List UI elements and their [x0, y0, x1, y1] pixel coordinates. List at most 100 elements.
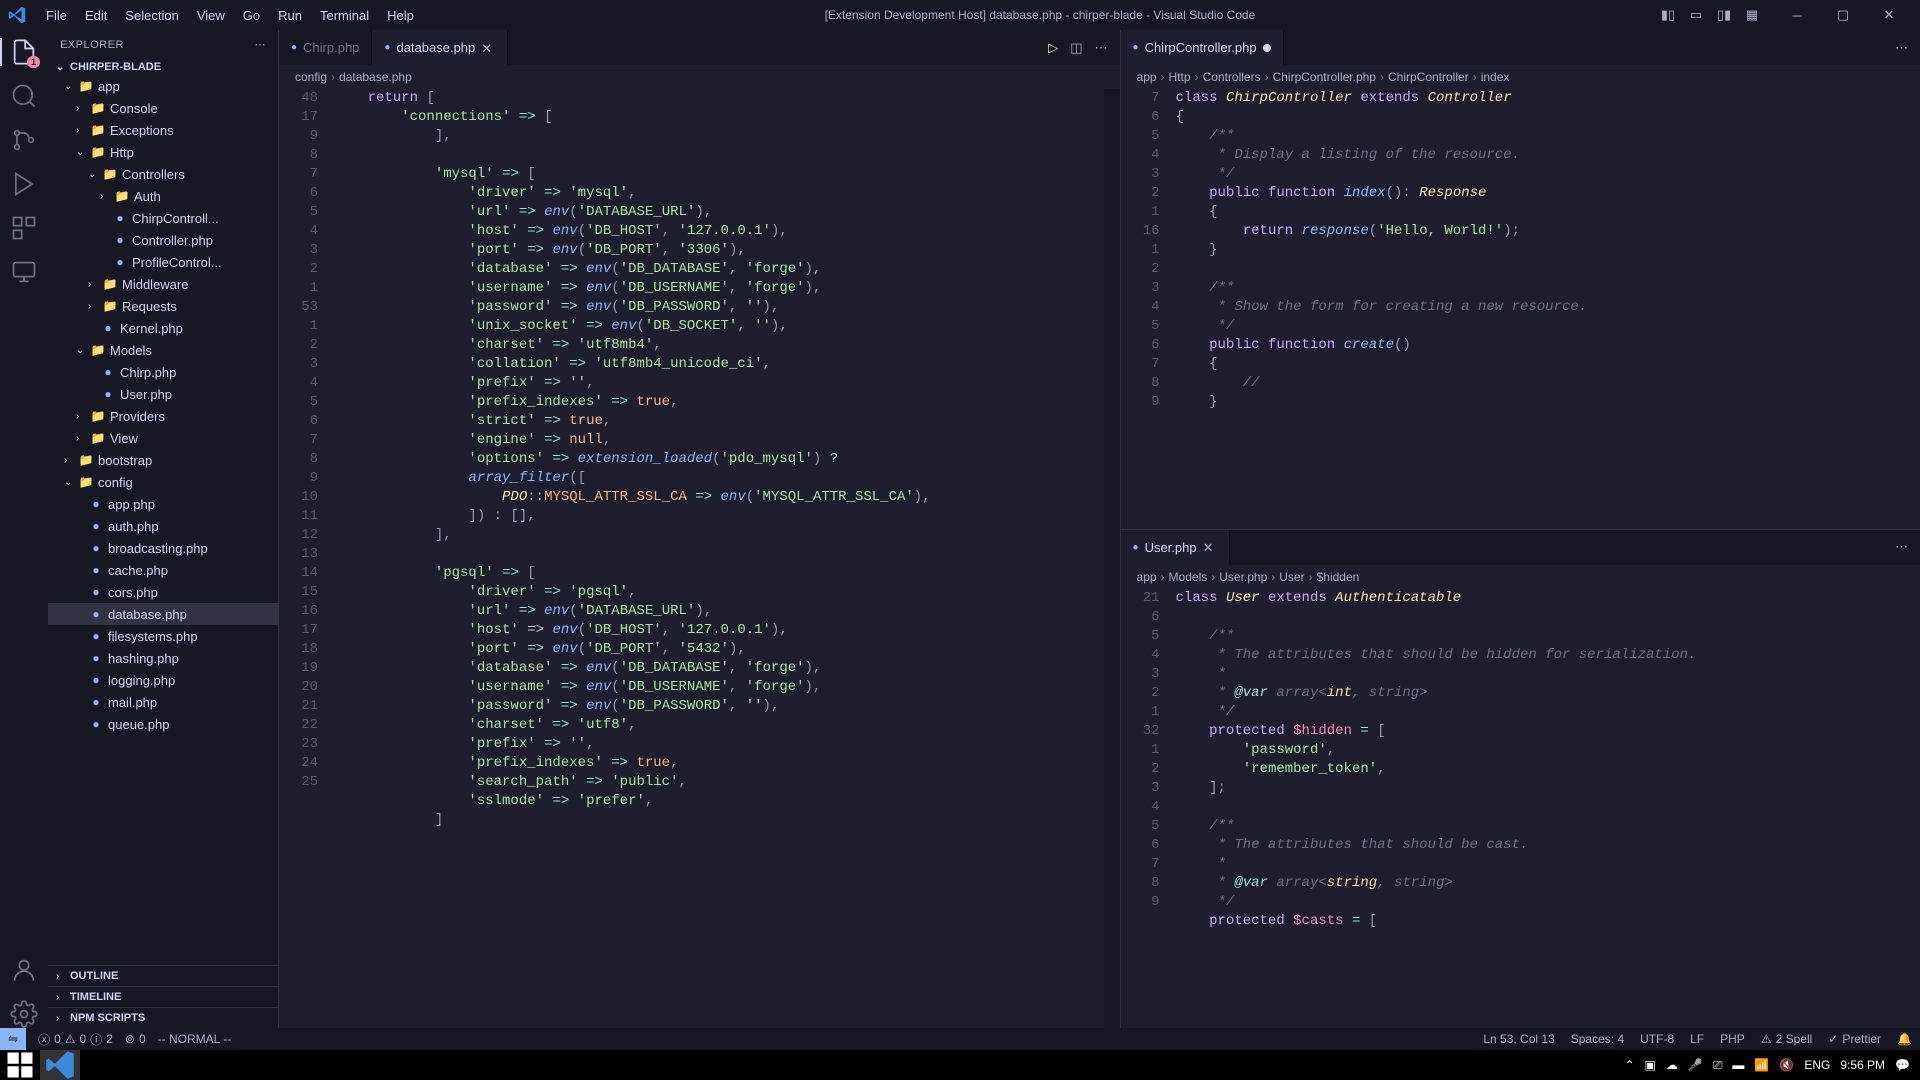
- folder-exceptions[interactable]: ›📁Exceptions: [48, 119, 278, 141]
- menu-terminal[interactable]: Terminal: [312, 4, 377, 27]
- eol[interactable]: LF: [1690, 1032, 1704, 1046]
- file-controller.php[interactable]: ●Controller.php: [48, 229, 278, 251]
- menu-edit[interactable]: Edit: [77, 4, 115, 27]
- code-content[interactable]: return [ 'connections' => [ ], 'mysql' =…: [334, 89, 1104, 1028]
- panel-bottom-icon[interactable]: ▭: [1686, 5, 1706, 25]
- file-auth.php[interactable]: ●auth.php: [48, 515, 278, 537]
- folder-controllers[interactable]: ⌄📁Controllers: [48, 163, 278, 185]
- workspace-folder[interactable]: ⌄ CHIRPER-BLADE: [48, 59, 278, 75]
- spell[interactable]: ⚠ 2 Spell: [1761, 1032, 1812, 1046]
- panel-right-icon[interactable]: ▯▮: [1714, 5, 1734, 25]
- indentation[interactable]: Spaces: 4: [1571, 1032, 1624, 1046]
- timeline-section[interactable]: ›TIMELINE: [48, 986, 278, 1007]
- breadcrumbs-right-bottom[interactable]: app›Models›User.php›User›$hidden: [1121, 565, 1920, 589]
- menu-help[interactable]: Help: [379, 4, 422, 27]
- problems[interactable]: ⓧ 0 ⚠ 0 ⓘ 2: [38, 1031, 113, 1048]
- more-actions-icon[interactable]: ⋯: [1895, 539, 1908, 555]
- folder-requests[interactable]: ›📁Requests: [48, 295, 278, 317]
- file-chirpcontroll...[interactable]: ●ChirpControll...: [48, 207, 278, 229]
- code-content[interactable]: class ChirpController extends Controller…: [1176, 89, 1920, 529]
- file-cors.php[interactable]: ●cors.php: [48, 581, 278, 603]
- folder-view[interactable]: ›📁View: [48, 427, 278, 449]
- folder-auth[interactable]: ›📁Auth: [48, 185, 278, 207]
- outline-section[interactable]: ›OUTLINE: [48, 965, 278, 986]
- code-content[interactable]: class User extends Authenticatable /** *…: [1176, 589, 1920, 1029]
- folder-middleware[interactable]: ›📁Middleware: [48, 273, 278, 295]
- tray-chevron-icon[interactable]: ⌃: [1624, 1058, 1634, 1072]
- menu-file[interactable]: File: [38, 4, 75, 27]
- prettier[interactable]: ✓ Prettier: [1828, 1032, 1881, 1046]
- file-kernel.php[interactable]: ●Kernel.php: [48, 317, 278, 339]
- folder-models[interactable]: ⌄📁Models: [48, 339, 278, 361]
- folder-providers[interactable]: ›📁Providers: [48, 405, 278, 427]
- menu-view[interactable]: View: [189, 4, 233, 27]
- split-icon[interactable]: ◫: [1070, 40, 1082, 56]
- menu-run[interactable]: Run: [270, 4, 310, 27]
- tray-icon[interactable]: ▣: [1645, 1058, 1656, 1072]
- close-button[interactable]: ✕: [1866, 0, 1912, 30]
- start-button[interactable]: [0, 1050, 40, 1080]
- tray-time[interactable]: 9:56 PM: [1840, 1058, 1885, 1072]
- folder-config[interactable]: ⌄📁config: [48, 471, 278, 493]
- file-logging.php[interactable]: ●logging.php: [48, 669, 278, 691]
- panel-left-icon[interactable]: ▮▯: [1658, 5, 1678, 25]
- file-app.php[interactable]: ●app.php: [48, 493, 278, 515]
- tab-chirp.php[interactable]: ●Chirp.php: [279, 30, 372, 65]
- customize-layout-icon[interactable]: ▦: [1742, 5, 1762, 25]
- account-icon[interactable]: [10, 956, 38, 984]
- explorer-icon[interactable]: 1: [10, 38, 38, 66]
- code-editor-left[interactable]: 4817987654321531234567891011121314151617…: [279, 89, 1120, 1028]
- minimap[interactable]: [1104, 89, 1120, 1028]
- file-database.php[interactable]: ●database.php: [48, 603, 278, 625]
- run-icon[interactable]: ▷: [1048, 40, 1058, 56]
- file-filesystems.php[interactable]: ●filesystems.php: [48, 625, 278, 647]
- code-editor-right-top[interactable]: 765432116123456789 class ChirpController…: [1121, 89, 1920, 529]
- tab-chirpcontroller.php[interactable]: ●ChirpController.php: [1121, 30, 1284, 65]
- minimize-button[interactable]: ─: [1774, 0, 1820, 30]
- tray-wifi-icon[interactable]: 📶: [1754, 1058, 1769, 1072]
- tray-battery-icon[interactable]: ▬: [1732, 1058, 1744, 1072]
- file-user.php[interactable]: ●User.php: [48, 383, 278, 405]
- ports[interactable]: ⊚ 0: [125, 1032, 146, 1046]
- file-profilecontrol...[interactable]: ●ProfileControl...: [48, 251, 278, 273]
- file-cache.php[interactable]: ●cache.php: [48, 559, 278, 581]
- more-actions-icon[interactable]: ⋯: [1895, 40, 1908, 56]
- tray-notifications-icon[interactable]: 💬: [1895, 1058, 1910, 1072]
- file-hashing.php[interactable]: ●hashing.php: [48, 647, 278, 669]
- file-chirp.php[interactable]: ●Chirp.php: [48, 361, 278, 383]
- notifications-icon[interactable]: 🔔: [1897, 1032, 1912, 1046]
- tray-lang[interactable]: ENG: [1804, 1058, 1830, 1072]
- remote-icon[interactable]: [10, 258, 38, 286]
- tab-user.php[interactable]: ●User.php✕: [1121, 530, 1230, 565]
- more-actions-icon[interactable]: ⋯: [1095, 40, 1108, 56]
- language-mode[interactable]: PHP: [1720, 1032, 1745, 1046]
- folder-http[interactable]: ⌄📁Http: [48, 141, 278, 163]
- tray-mic-icon[interactable]: 🎤: [1688, 1058, 1703, 1072]
- tray-volume-icon[interactable]: 🔇: [1779, 1058, 1794, 1072]
- breadcrumbs-left[interactable]: config›database.php: [279, 65, 1120, 89]
- tab-database.php[interactable]: ●database.php✕: [372, 30, 508, 65]
- more-icon[interactable]: ⋯: [255, 38, 267, 51]
- file-mail.php[interactable]: ●mail.php: [48, 691, 278, 713]
- tray-icon[interactable]: ⎚: [1713, 1058, 1723, 1073]
- tray-icon[interactable]: ☁: [1666, 1058, 1678, 1072]
- remote-indicator[interactable]: ⇋: [0, 1028, 26, 1050]
- code-editor-right-bottom[interactable]: 2165432132123456789 class User extends A…: [1121, 589, 1920, 1029]
- run-debug-icon[interactable]: [10, 170, 38, 198]
- vscode-task-icon[interactable]: [40, 1050, 80, 1080]
- npm-section[interactable]: ›NPM SCRIPTS: [48, 1007, 278, 1028]
- menu-selection[interactable]: Selection: [117, 4, 186, 27]
- settings-icon[interactable]: [10, 1000, 38, 1028]
- maximize-button[interactable]: ▢: [1820, 0, 1866, 30]
- folder-console[interactable]: ›📁Console: [48, 97, 278, 119]
- cursor-position[interactable]: Ln 53, Col 13: [1483, 1032, 1554, 1046]
- search-icon[interactable]: [10, 82, 38, 110]
- extensions-icon[interactable]: [10, 214, 38, 242]
- file-queue.php[interactable]: ●queue.php: [48, 713, 278, 735]
- file-broadcasting.php[interactable]: ●broadcasting.php: [48, 537, 278, 559]
- folder-bootstrap[interactable]: ›📁bootstrap: [48, 449, 278, 471]
- folder-app[interactable]: ⌄📁app: [48, 75, 278, 97]
- breadcrumbs-right-top[interactable]: app›Http›Controllers›ChirpController.php…: [1121, 65, 1920, 89]
- menu-go[interactable]: Go: [235, 4, 268, 27]
- source-control-icon[interactable]: [10, 126, 38, 154]
